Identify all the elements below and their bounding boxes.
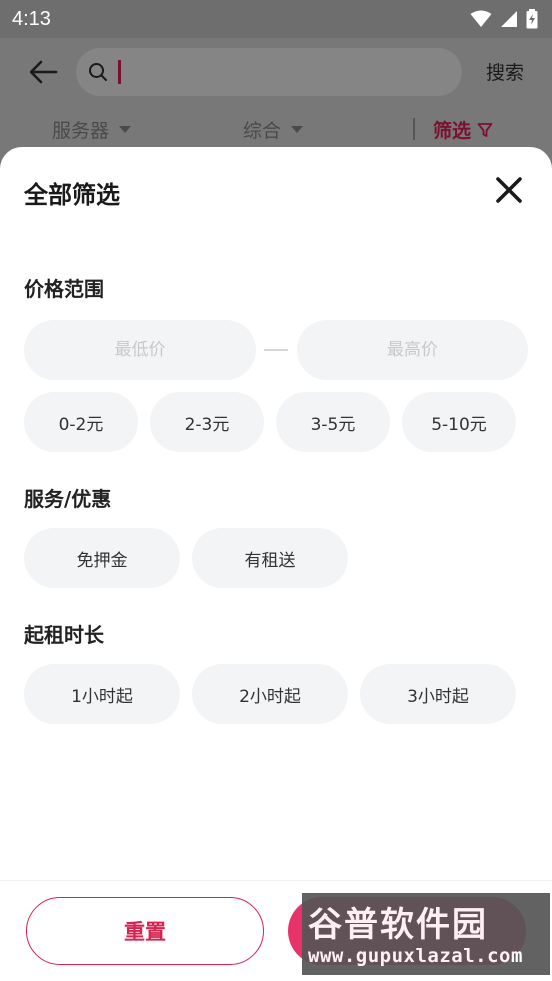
filter-sheet: 全部筛选 价格范围 0-2元 2-3元 3-5元 5-10元 服务/优惠 免押金…	[0, 147, 552, 981]
search-input[interactable]	[118, 60, 121, 84]
tab-server[interactable]: 服务器	[52, 116, 132, 143]
search-row: 搜索	[0, 46, 552, 98]
service-chip-rent-bonus[interactable]: 有租送	[192, 528, 348, 588]
service-section-title: 服务/优惠	[24, 487, 112, 511]
signal-icon	[501, 11, 517, 27]
tab-server-label: 服务器	[52, 120, 110, 142]
duration-chip-1h[interactable]: 1小时起	[24, 664, 180, 724]
tab-filter[interactable]: 筛选	[433, 116, 493, 143]
price-chip-0-2[interactable]: 0-2元	[24, 392, 138, 452]
tab-comprehensive[interactable]: 综合	[243, 116, 304, 143]
price-range-dash	[264, 349, 288, 351]
status-bar: 4:13	[0, 0, 552, 38]
screen: 4:13 搜索 服务器 综合 筛选 全部筛选 价格范围 最低价 最高价 0-2元…	[0, 0, 552, 981]
watermark: 谷普软件园 www.gupuxlazal.com	[302, 893, 550, 975]
service-chip-no-deposit[interactable]: 免押金	[24, 528, 180, 588]
search-button[interactable]: 搜索	[486, 58, 524, 85]
reset-button[interactable]: 重置	[26, 897, 264, 965]
sheet-title: 全部筛选	[24, 181, 120, 209]
battery-icon	[526, 9, 538, 29]
footer-divider	[0, 880, 552, 881]
wifi-icon	[470, 10, 492, 27]
caret-down-icon	[291, 126, 304, 133]
tabs-row: 服务器 综合 筛选	[0, 110, 552, 150]
close-icon[interactable]	[494, 175, 524, 205]
search-box[interactable]	[76, 48, 462, 96]
status-time: 4:13	[12, 7, 51, 30]
price-section-title: 价格范围	[24, 277, 104, 301]
tab-filter-label: 筛选	[433, 120, 472, 142]
watermark-url: www.gupuxlazal.com	[308, 945, 523, 967]
caret-down-icon	[119, 126, 132, 133]
max-price-input[interactable]	[297, 320, 528, 380]
price-chip-2-3[interactable]: 2-3元	[150, 392, 264, 452]
search-icon	[89, 63, 107, 81]
status-icons	[470, 9, 538, 29]
tab-divider	[413, 118, 415, 140]
price-chip-5-10[interactable]: 5-10元	[402, 392, 516, 452]
duration-section-title: 起租时长	[24, 623, 104, 647]
back-arrow-icon[interactable]	[28, 60, 58, 84]
duration-chip-3h[interactable]: 3小时起	[360, 664, 516, 724]
watermark-logo: 谷普软件园	[308, 905, 488, 945]
tab-comprehensive-label: 综合	[243, 120, 282, 142]
duration-chip-2h[interactable]: 2小时起	[192, 664, 348, 724]
price-chip-3-5[interactable]: 3-5元	[276, 392, 390, 452]
filter-icon	[477, 122, 493, 137]
min-price-input[interactable]	[24, 320, 256, 380]
